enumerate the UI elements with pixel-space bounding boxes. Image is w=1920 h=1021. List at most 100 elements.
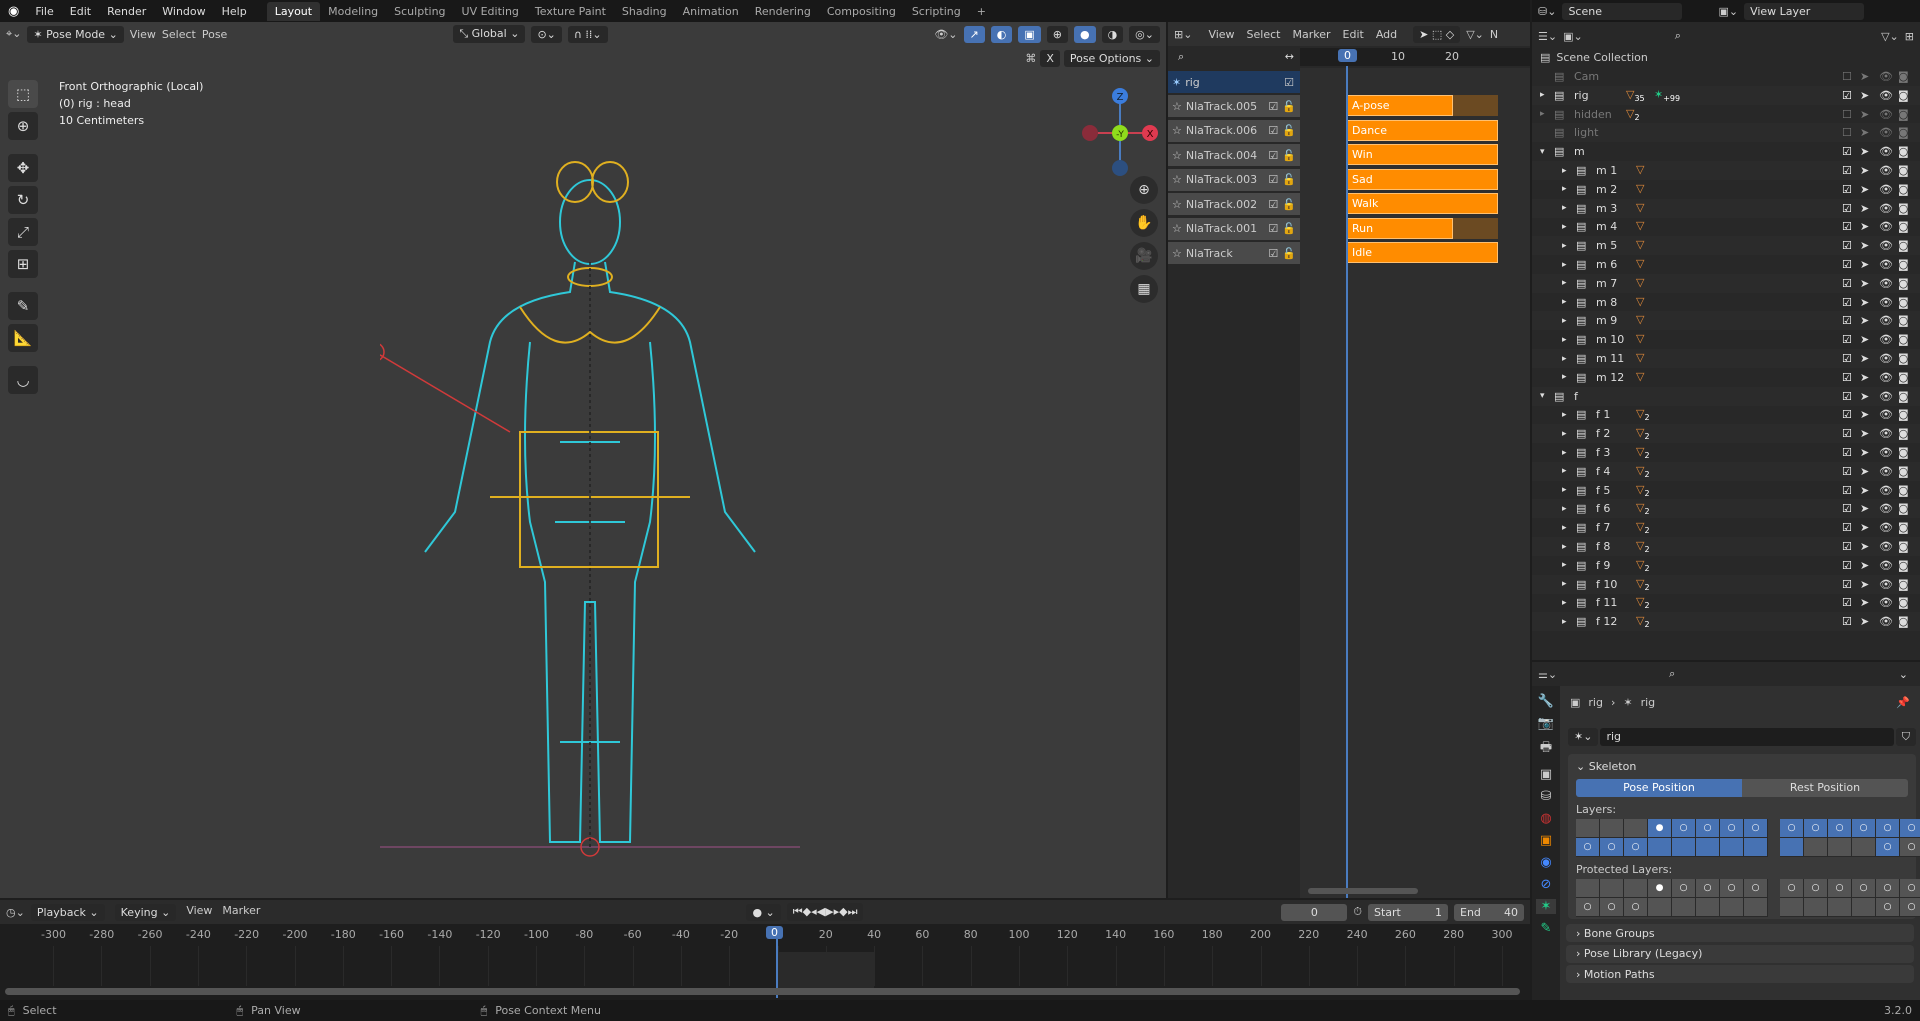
star-icon[interactable]: ☆ <box>1172 124 1182 137</box>
layer-toggle[interactable] <box>1576 819 1600 838</box>
editor-type-icon[interactable]: ⌖⌄ <box>6 27 21 41</box>
nla-filter-icon[interactable]: ▽⌄ <box>1466 28 1484 41</box>
nla-menu-edit[interactable]: Edit <box>1343 28 1364 41</box>
layer-toggle[interactable] <box>1852 838 1876 857</box>
render-camera-icon[interactable]: ◙ <box>1898 183 1909 196</box>
layer-toggle[interactable]: ● <box>1648 879 1672 898</box>
expand-arrow-icon[interactable]: ▸ <box>1562 278 1567 288</box>
exclude-checkbox[interactable]: ☑ <box>1842 239 1852 252</box>
camera-icon[interactable]: 🎥 <box>1130 242 1158 270</box>
expand-arrow-icon[interactable]: ▸ <box>1562 485 1567 495</box>
layer-toggle[interactable] <box>1720 838 1744 857</box>
exclude-checkbox[interactable]: ☑ <box>1842 578 1852 591</box>
layer-toggle[interactable]: ● <box>1648 819 1672 838</box>
layer-toggle[interactable] <box>1696 898 1720 917</box>
track-mute-checkbox[interactable]: ☑ <box>1268 198 1278 211</box>
play-reverse-icon[interactable]: ◀ <box>817 905 825 918</box>
eye-icon[interactable]: 👁 <box>1879 239 1893 252</box>
layer-toggle[interactable] <box>1744 838 1768 857</box>
lock-icon[interactable]: 🔓 <box>1282 222 1296 235</box>
viewport-menu-pose[interactable]: Pose <box>202 28 227 41</box>
outliner-row[interactable]: ▸ ▤ f 12 ▽2 ☑ ➤ 👁 ◙ <box>1532 612 1920 632</box>
transform-icon[interactable]: ⊞ <box>8 250 38 278</box>
bone-tab-icon[interactable]: ✎ <box>1541 921 1552 936</box>
render-camera-icon[interactable]: ◙ <box>1898 296 1909 309</box>
pivot-icon[interactable]: ⊙⌄ <box>531 25 562 43</box>
outliner-row[interactable]: ▸ ▤ f 9 ▽2 ☑ ➤ 👁 ◙ <box>1532 556 1920 575</box>
render-camera-icon[interactable]: ◙ <box>1898 408 1909 421</box>
nla-strip[interactable]: Walk <box>1347 193 1498 214</box>
timeline-current-frame[interactable]: 0 <box>766 926 783 939</box>
layer-toggle[interactable]: ○ <box>1576 898 1600 917</box>
outliner-row[interactable]: ▸ ▤ rig ▽35 ✶+99 ☑ ➤ 👁 ◙ <box>1532 85 1920 105</box>
exclude-checkbox[interactable]: ☑ <box>1842 371 1852 384</box>
filter-layer-icon[interactable]: ▣⌄ <box>1563 30 1583 43</box>
layer-toggle[interactable]: ○ <box>1876 898 1900 917</box>
render-camera-icon[interactable]: ◙ <box>1898 202 1909 215</box>
nla-truncated-menu[interactable]: N <box>1490 28 1498 41</box>
layer-toggle[interactable]: ○ <box>1828 879 1852 898</box>
selectable-icon[interactable]: ➤ <box>1860 220 1869 233</box>
layer-toggle[interactable]: ○ <box>1696 879 1720 898</box>
viewport-menu-select[interactable]: Select <box>162 28 196 41</box>
navigation-gizmo[interactable]: Z X -Y <box>1080 78 1160 178</box>
select-box-icon[interactable]: ⬚ <box>8 80 38 108</box>
eye-icon[interactable]: 👁 <box>1879 220 1893 233</box>
layer-toggle[interactable]: ○ <box>1576 838 1600 857</box>
layer-toggle[interactable]: ○ <box>1696 819 1720 838</box>
outliner-row[interactable]: ▸ ▤ m 7 ▽ ☑ ➤ 👁 ◙ <box>1532 273 1920 293</box>
layer-toggle[interactable]: ○ <box>1876 819 1900 838</box>
nla-current-frame[interactable]: 0 <box>1338 49 1357 62</box>
eye-icon[interactable]: 👁 <box>1879 277 1893 290</box>
outliner-row[interactable]: ▸ ▤ f 10 ▽2 ☑ ➤ 👁 ◙ <box>1532 574 1920 594</box>
eye-icon[interactable]: 👁 <box>1879 596 1893 609</box>
expand-arrow-icon[interactable]: ▸ <box>1562 466 1567 476</box>
selectable-icon[interactable]: ➤ <box>1860 371 1869 384</box>
render-camera-icon[interactable]: ◙ <box>1898 333 1909 346</box>
timeline-menu-playback[interactable]: Playback ⌄ <box>30 903 105 921</box>
exclude-checkbox[interactable]: ☑ <box>1842 183 1852 196</box>
nla-track-row[interactable]: ☆ NlaTrack.006 ☑ 🔓 <box>1168 119 1300 142</box>
expand-arrow-icon[interactable]: ▸ <box>1562 410 1567 420</box>
outliner-row[interactable]: ▸ ▤ hidden ▽2 ☐ ➤ 👁 ◙ <box>1532 105 1920 124</box>
outliner-row[interactable]: ▸ ▤ f 6 ▽2 ☑ ➤ 👁 ◙ <box>1532 499 1920 519</box>
fake-user-shield-icon[interactable]: ⛉ <box>1895 728 1916 746</box>
expand-arrow-icon[interactable]: ▸ <box>1562 335 1567 345</box>
eye-icon[interactable]: 👁 <box>1879 70 1893 83</box>
object-tab-icon[interactable]: ▣ <box>1540 833 1552 848</box>
layer-toggle[interactable] <box>1780 838 1804 857</box>
outliner-row[interactable]: ▸ ▤ f 5 ▽2 ☑ ➤ 👁 ◙ <box>1532 481 1920 500</box>
layer-toggle[interactable] <box>1696 838 1720 857</box>
eye-icon[interactable]: 👁 <box>1879 89 1893 102</box>
shading-wire-icon[interactable]: ⊕ <box>1046 25 1068 43</box>
outliner-row[interactable]: ▸ ▤ m 10 ▽ ☑ ➤ 👁 ◙ <box>1532 330 1920 349</box>
rotate-icon[interactable]: ↻ <box>8 186 38 214</box>
timeline-menu-view[interactable]: View <box>186 904 212 921</box>
eye-icon[interactable]: 👁 <box>1879 559 1893 572</box>
move-icon[interactable]: ✥ <box>8 154 38 182</box>
track-mute-checkbox[interactable]: ☑ <box>1268 247 1278 260</box>
render-camera-icon[interactable]: ◙ <box>1898 70 1909 83</box>
layer-toggle[interactable] <box>1648 838 1672 857</box>
outliner-row[interactable]: ▸ ▤ m 3 ▽ ☑ ➤ 👁 ◙ <box>1532 198 1920 218</box>
nla-strip[interactable]: Sad <box>1347 168 1498 190</box>
eye-icon[interactable]: 👁 <box>1879 258 1893 271</box>
expand-arrow-icon[interactable]: ▸ <box>1562 166 1567 176</box>
orientation-dropdown[interactable]: ⤡ Global ⌄ <box>453 25 526 43</box>
outliner-row[interactable]: ▸ ▤ m 8 ▽ ☑ ➤ 👁 ◙ <box>1532 293 1920 312</box>
scene-selector[interactable]: ⛁⌄ Scene ▣⌄ View Layer <box>1532 0 1920 22</box>
layer-toggle[interactable]: ○ <box>1780 819 1804 838</box>
expand-arrow-icon[interactable]: ▸ <box>1562 241 1567 251</box>
expand-arrow-icon[interactable]: ▾ <box>1540 147 1545 157</box>
selectable-icon[interactable]: ➤ <box>1860 521 1869 534</box>
eye-icon[interactable]: 👁 <box>1879 352 1893 365</box>
shading-material-icon[interactable]: ◑ <box>1101 25 1124 43</box>
selectable-icon[interactable]: ➤ <box>1860 314 1869 327</box>
workspace-tab[interactable]: Sculpting <box>386 2 453 21</box>
outliner-filter-icon[interactable]: ▽⌄ <box>1881 30 1899 43</box>
selectable-icon[interactable]: ➤ <box>1860 164 1869 177</box>
view-layer-field[interactable]: View Layer <box>1744 2 1865 20</box>
timeline-editor-type-icon[interactable]: ◷⌄ <box>6 906 25 919</box>
render-camera-icon[interactable]: ◙ <box>1898 145 1909 158</box>
outliner-row[interactable]: ▸ ▤ m 12 ▽ ☑ ➤ 👁 ◙ <box>1532 368 1920 387</box>
